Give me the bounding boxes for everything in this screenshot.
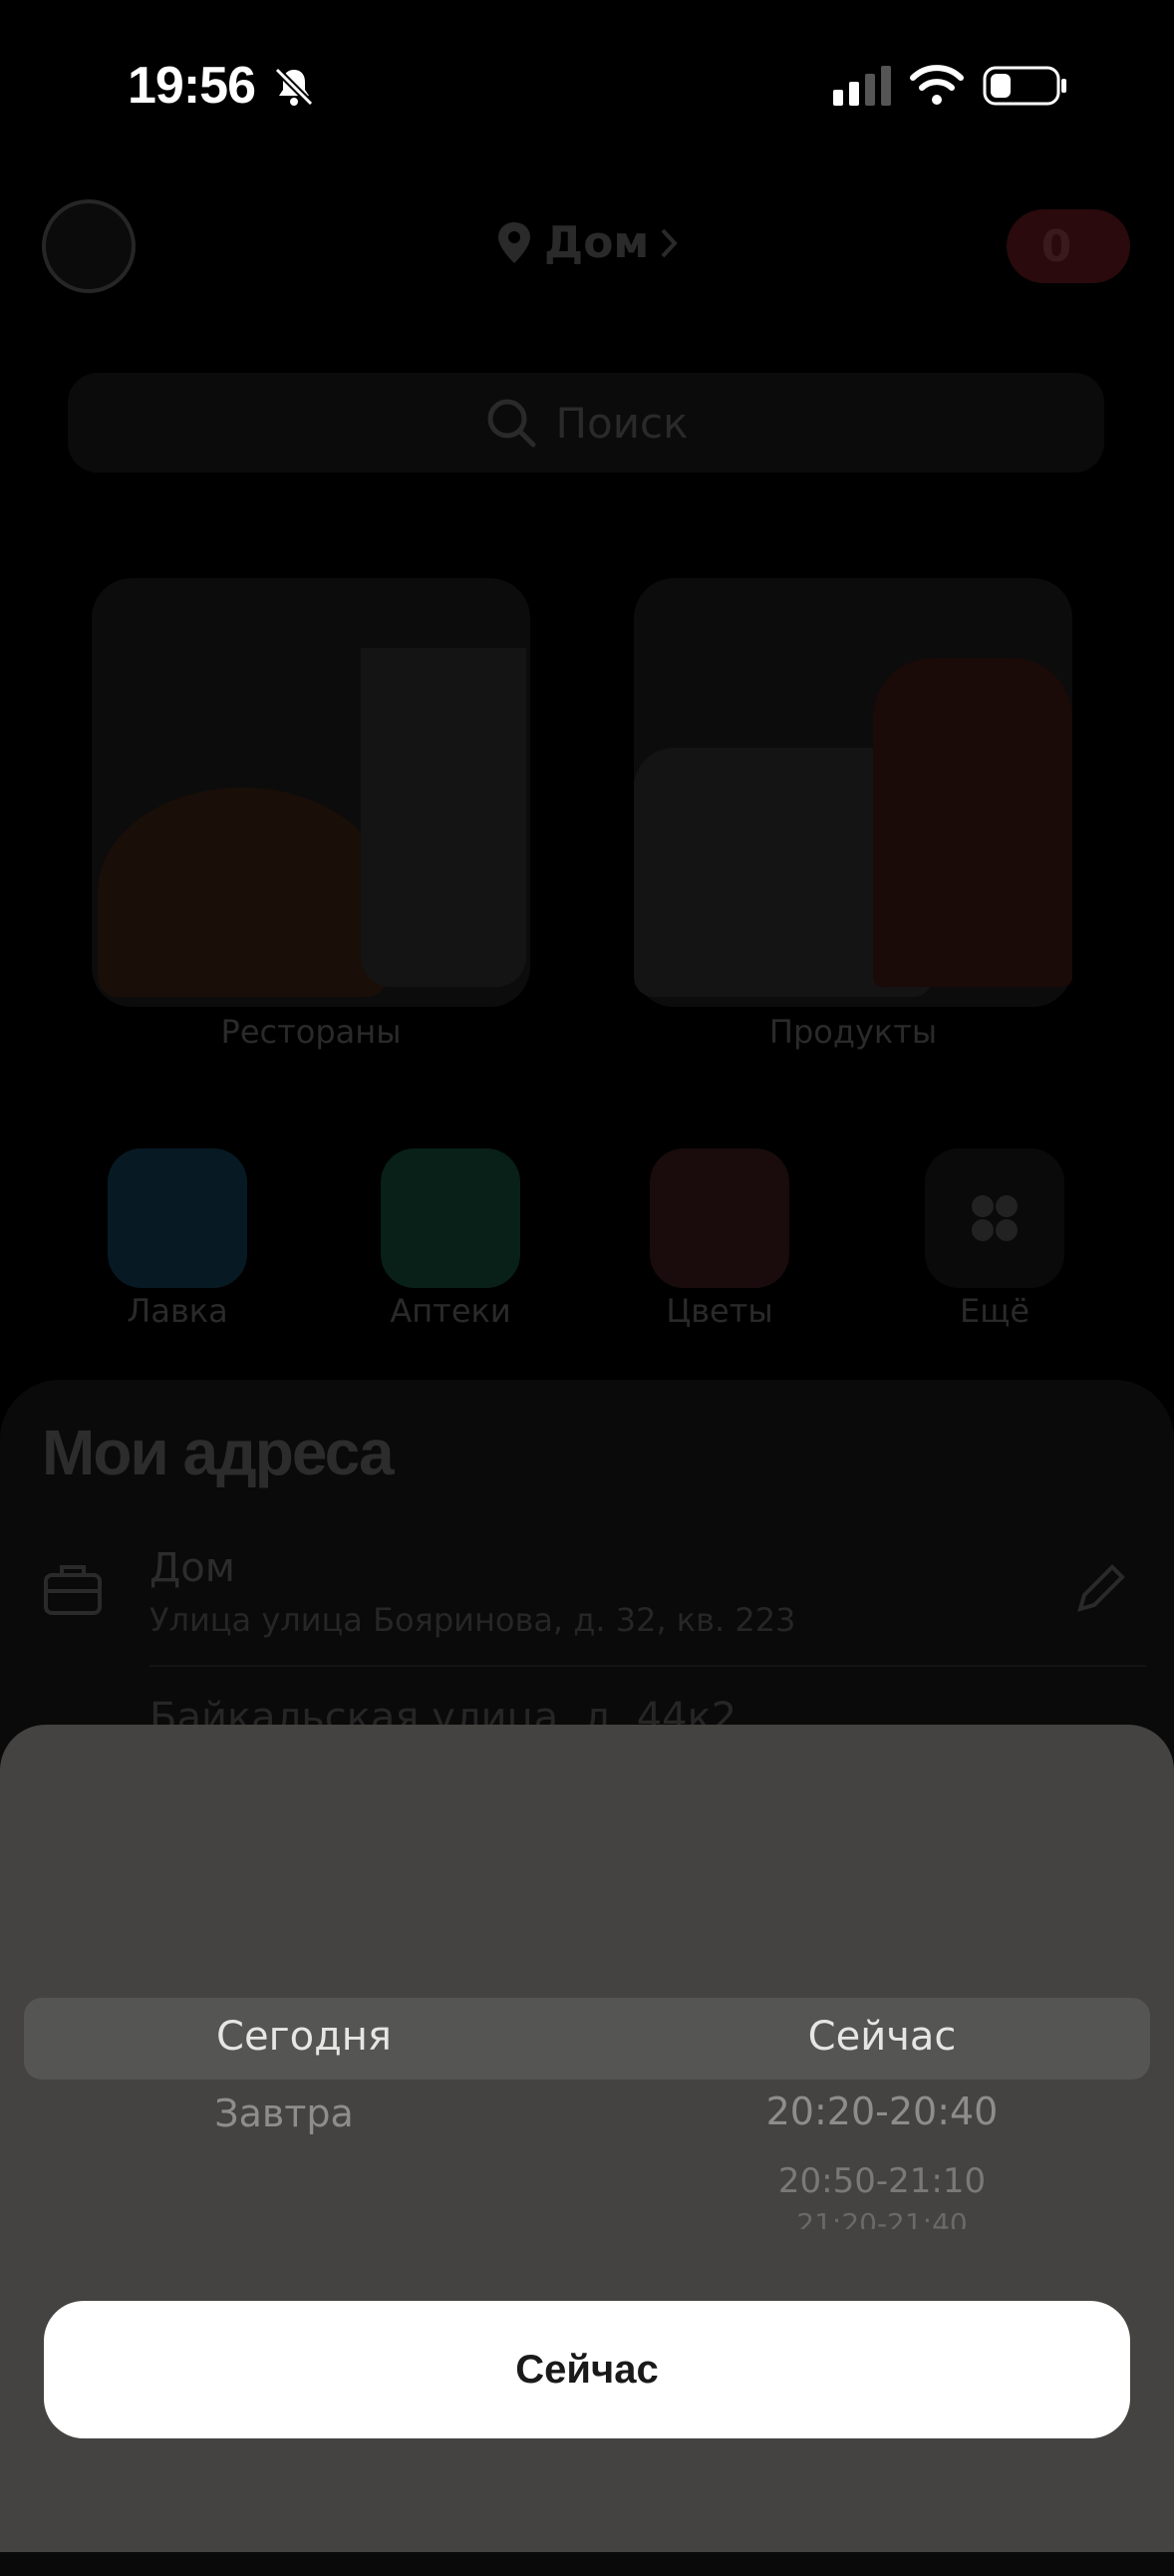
picker-time-option-text: 21:20-21:40 bbox=[796, 2207, 968, 2229]
cellular-signal-icon bbox=[833, 66, 891, 106]
search-icon bbox=[487, 399, 536, 448]
briefcase-icon bbox=[44, 1565, 102, 1615]
picker-day-option[interactable]: Завтра bbox=[0, 2092, 588, 2135]
lavka-icon[interactable] bbox=[108, 1148, 247, 1288]
service-label-more: Ещё bbox=[959, 1292, 1030, 1330]
picker-time-option-faded[interactable]: 21:20-21:40 bbox=[558, 2207, 1174, 2229]
picker-time-option[interactable]: 20:20-20:40 bbox=[558, 2090, 1174, 2133]
edit-pencil-icon[interactable] bbox=[1072, 1561, 1128, 1617]
address-line: Улица улица Бояринова, д. 32, кв. 223 bbox=[149, 1601, 796, 1639]
chevron-right-icon bbox=[661, 228, 679, 257]
service-label-pharmacy: Аптеки bbox=[390, 1292, 511, 1330]
service-label-lavka: Лавка bbox=[127, 1292, 228, 1330]
profile-avatar[interactable] bbox=[42, 199, 136, 293]
confirm-time-button[interactable]: Сейчас bbox=[44, 2301, 1130, 2438]
wifi-icon bbox=[910, 65, 964, 105]
category-card-groceries[interactable] bbox=[634, 578, 1072, 1007]
addresses-title: Мои адреса bbox=[42, 1417, 395, 1488]
flowers-icon[interactable] bbox=[650, 1148, 789, 1288]
bell-muted-icon bbox=[274, 67, 314, 107]
address-name[interactable]: Дом bbox=[149, 1545, 235, 1591]
pharmacy-icon[interactable] bbox=[381, 1148, 520, 1288]
vegetable-basket bbox=[873, 658, 1072, 987]
category-card-restaurants[interactable] bbox=[92, 578, 530, 1007]
battery-icon bbox=[983, 66, 1066, 106]
picker-time-selected[interactable]: Сейчас bbox=[558, 2014, 1174, 2060]
location-selector[interactable]: Дом bbox=[494, 217, 681, 268]
status-time: 19:56 bbox=[128, 57, 256, 115]
search-bar[interactable]: Поиск bbox=[68, 373, 1104, 473]
cart-badge[interactable]: 0 bbox=[1007, 209, 1130, 283]
category-label-groceries: Продукты bbox=[768, 1013, 938, 1051]
search-placeholder: Поиск bbox=[555, 398, 689, 448]
location-pin-icon bbox=[498, 221, 530, 263]
more-dots bbox=[972, 1195, 1018, 1241]
picker-day-selected[interactable]: Сегодня bbox=[0, 2014, 608, 2060]
confirm-time-label: Сейчас bbox=[515, 2347, 659, 2392]
location-label: Дом bbox=[544, 217, 650, 268]
drink-cup bbox=[361, 648, 526, 987]
category-label-restaurants: Рестораны bbox=[220, 1013, 402, 1051]
picker-time-option[interactable]: 20:50-21:10 bbox=[558, 2161, 1174, 2201]
burger-icon bbox=[98, 788, 387, 997]
address-divider bbox=[149, 1665, 1146, 1667]
cart-count: 0 bbox=[1040, 220, 1072, 272]
more-grid-icon[interactable] bbox=[925, 1148, 1064, 1288]
service-label-flowers: Цветы bbox=[666, 1292, 773, 1330]
